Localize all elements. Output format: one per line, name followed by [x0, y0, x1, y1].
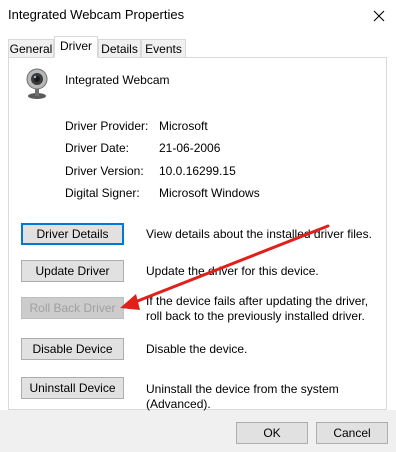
close-button[interactable] — [362, 0, 396, 31]
driver-version-label: Driver Version: — [65, 164, 144, 178]
tab-driver[interactable]: Driver — [54, 36, 98, 58]
driver-details-button[interactable]: Driver Details — [21, 223, 124, 245]
driver-details-description: View details about the installed driver … — [146, 227, 372, 241]
digital-signer-value: Microsoft Windows — [159, 186, 260, 200]
tab-events[interactable]: Events — [141, 39, 186, 57]
driver-version-value: 10.0.16299.15 — [159, 164, 236, 178]
disable-device-button[interactable]: Disable Device — [21, 338, 124, 360]
uninstall-device-description: Uninstall the device from the system (Ad… — [146, 382, 339, 411]
driver-date-label: Driver Date: — [65, 141, 130, 155]
webcam-icon — [26, 68, 48, 100]
tab-strip: General Driver Details Events — [0, 36, 396, 58]
dialog-footer: OK Cancel — [0, 410, 396, 452]
device-name: Integrated Webcam — [65, 73, 170, 87]
uninstall-device-button[interactable]: Uninstall Device — [21, 377, 124, 399]
digital-signer-label: Digital Signer: — [65, 186, 140, 200]
window-title: Integrated Webcam Properties — [8, 7, 185, 22]
roll-back-driver-button: Roll Back Driver — [21, 297, 124, 319]
roll-back-driver-description: If the device fails after updating the d… — [146, 294, 369, 323]
update-driver-description: Update the driver for this device. — [146, 264, 319, 278]
update-driver-button[interactable]: Update Driver — [21, 260, 124, 282]
close-icon — [373, 10, 385, 21]
driver-provider-label: Driver Provider: — [65, 119, 149, 133]
ok-button[interactable]: OK — [236, 422, 308, 444]
tab-details[interactable]: Details — [98, 39, 141, 57]
driver-date-value: 21-06-2006 — [159, 141, 221, 155]
driver-provider-value: Microsoft — [159, 119, 208, 133]
tab-general[interactable]: General — [8, 39, 54, 57]
cancel-button[interactable]: Cancel — [316, 422, 388, 444]
driver-panel: Integrated Webcam Driver Provider: Micro… — [8, 57, 387, 411]
disable-device-description: Disable the device. — [146, 342, 248, 356]
title-bar: Integrated Webcam Properties — [0, 0, 396, 31]
